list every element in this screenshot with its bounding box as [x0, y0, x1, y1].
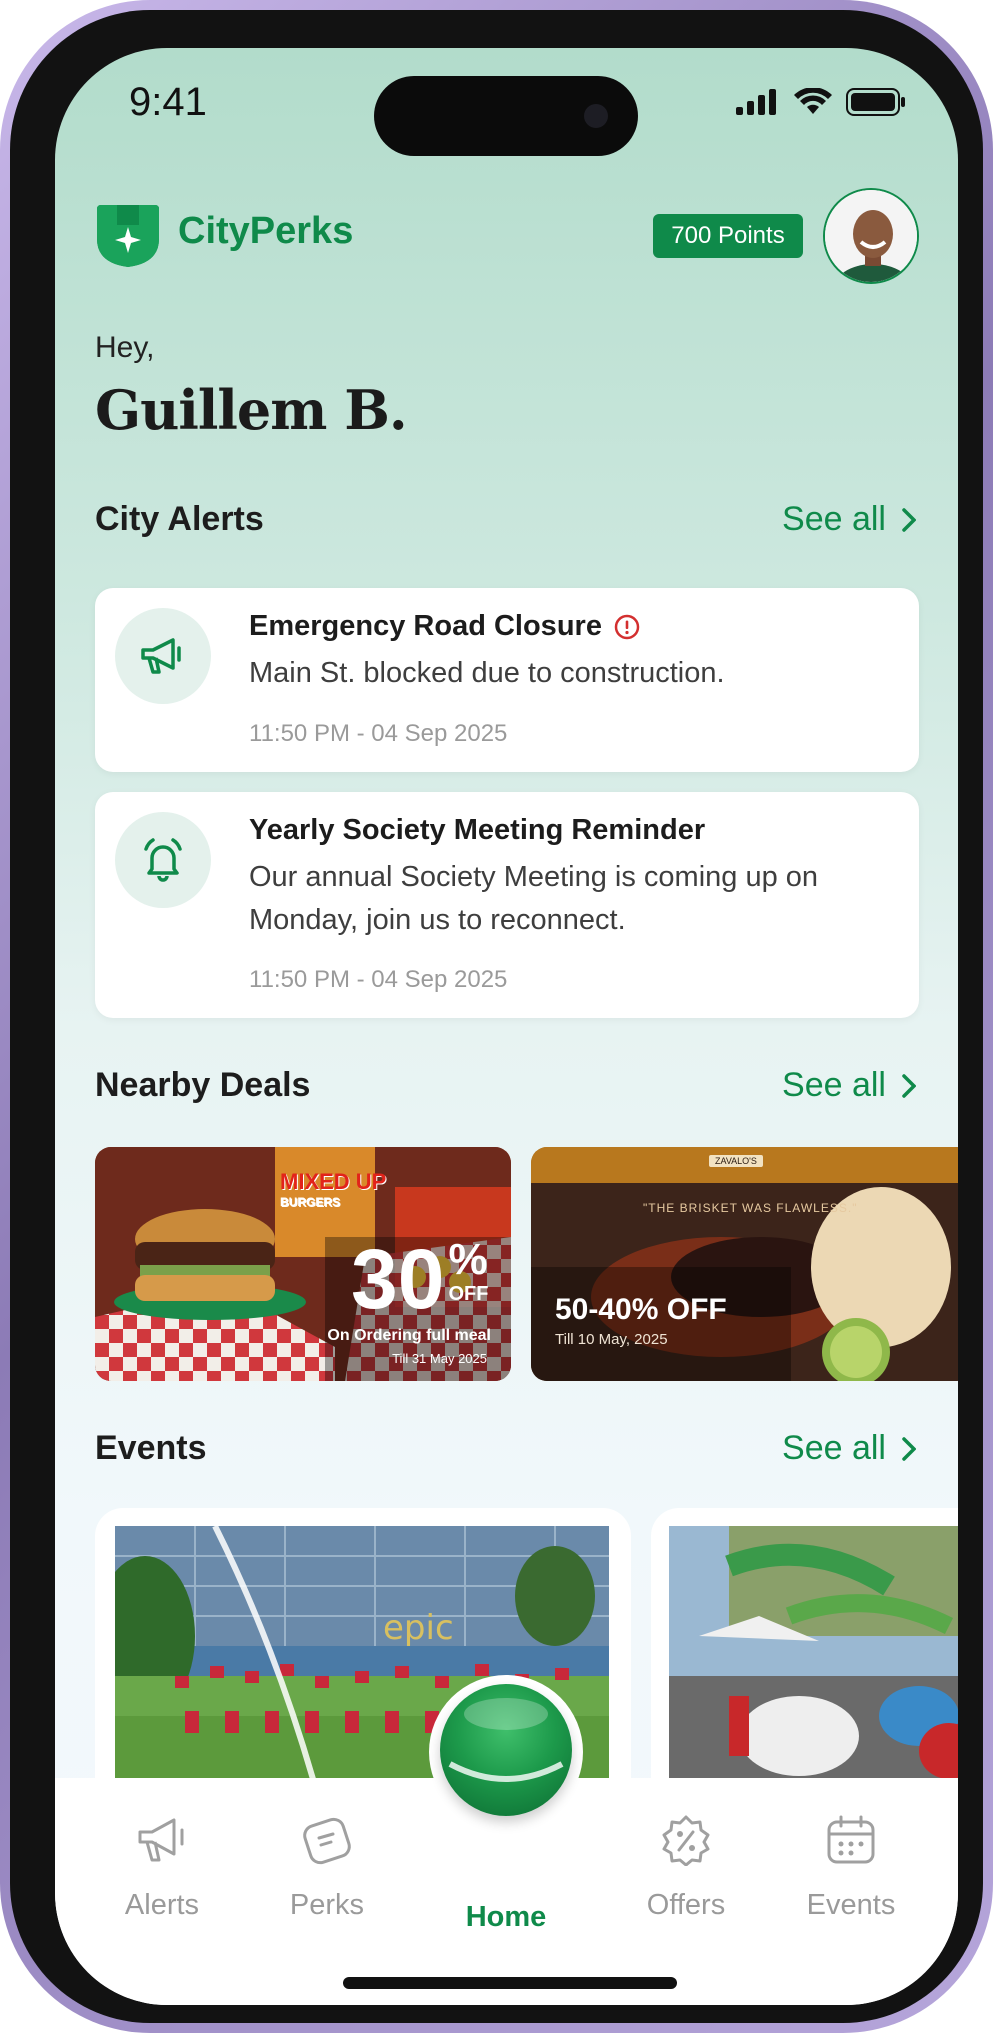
- phone-frame: 9:41 CityPerks 700 Points Hey, Guillem B…: [0, 0, 993, 2033]
- bell-icon: [144, 838, 182, 882]
- nearby-deals-title: Nearby Deals: [95, 1066, 311, 1104]
- alert-title-row: Emergency Road Closure: [249, 610, 640, 643]
- nav-label: Offers: [646, 1889, 726, 1921]
- status-time: 9:41: [129, 80, 207, 124]
- alert-title: Yearly Society Meeting Reminder: [249, 814, 706, 846]
- deals-see-all-link[interactable]: See all: [782, 1066, 916, 1105]
- dynamic-island: [374, 76, 638, 156]
- alerts-see-all-link[interactable]: See all: [782, 500, 916, 539]
- deal-discount: 30 % OFF: [351, 1232, 488, 1326]
- deal-percent-block: % OFF: [448, 1237, 488, 1306]
- events-title: Events: [95, 1429, 207, 1467]
- alert-title-row: Yearly Society Meeting Reminder: [249, 814, 705, 847]
- deal-percent: %: [448, 1235, 488, 1284]
- warning-circle-icon: [614, 614, 640, 639]
- alert-icon-bg: [115, 608, 211, 704]
- nav-label: Perks: [289, 1889, 365, 1921]
- points-badge[interactable]: 700 Points: [653, 214, 803, 258]
- chevron-right-icon: [902, 1436, 916, 1461]
- deal-card-brisket[interactable]: ZAVALO'S "THE BRISKET WAS FLAWLESS." 50-…: [531, 1147, 958, 1381]
- home-orb-highlight: [448, 1698, 564, 1782]
- alert-icon-bg: [115, 812, 211, 908]
- alert-time: 11:50 PM - 04 Sep 2025: [249, 720, 508, 747]
- see-all-label: See all: [782, 1429, 886, 1467]
- megaphone-icon: [141, 638, 181, 674]
- alert-card[interactable]: Emergency Road Closure Main St. blocked …: [95, 588, 919, 772]
- deal-card-burger[interactable]: MIXED UP BURGERS 30 % OFF On Ordering fu…: [95, 1147, 511, 1381]
- event-car-show-image: [669, 1526, 958, 1786]
- event-sign-text: epic: [383, 1608, 454, 1648]
- deal-desc: On Ordering full meal: [327, 1327, 491, 1344]
- phone-bezel: 9:41 CityPerks 700 Points Hey, Guillem B…: [10, 10, 983, 2023]
- megaphone-icon: [138, 1818, 184, 1862]
- alert-time: 11:50 PM - 04 Sep 2025: [249, 966, 508, 993]
- nav-perks[interactable]: Perks: [262, 1814, 392, 1922]
- deal-big-number: 30: [351, 1232, 445, 1326]
- nav-alerts[interactable]: Alerts: [97, 1814, 227, 1922]
- ticket-icon: [303, 1817, 351, 1865]
- deal-till: Till 31 May 2025: [392, 1351, 487, 1366]
- signal-icon: [736, 89, 776, 115]
- home-orb-icon[interactable]: [440, 1684, 572, 1816]
- events-see-all-link[interactable]: See all: [782, 1429, 916, 1468]
- chevron-right-icon: [902, 1073, 916, 1098]
- see-all-label: See all: [782, 1066, 886, 1104]
- alert-card[interactable]: Yearly Society Meeting Reminder Our annu…: [95, 792, 919, 1018]
- deal-brand-sub: BURGERS: [280, 1195, 341, 1209]
- user-name: Guillem B.: [95, 378, 408, 442]
- nav-home[interactable]: Home: [441, 1901, 571, 1934]
- see-all-label: See all: [782, 500, 886, 538]
- cityperks-logo-icon: [97, 205, 159, 267]
- alert-body: Our annual Society Meeting is coming up …: [249, 861, 819, 936]
- nav-label: Home: [465, 1901, 547, 1933]
- nav-label: Events: [806, 1889, 896, 1921]
- chevron-right-icon: [902, 507, 916, 532]
- camera-icon: [584, 104, 608, 128]
- deal-till: Till 10 May, 2025: [555, 1331, 668, 1348]
- deal-brand-name: MIXED UP: [280, 1169, 387, 1194]
- nav-offers[interactable]: Offers: [621, 1814, 751, 1922]
- brand-name: CityPerks: [178, 210, 354, 252]
- alert-title: Emergency Road Closure: [249, 610, 602, 642]
- battery-icon: [846, 88, 905, 116]
- deal-quote: "THE BRISKET WAS FLAWLESS.": [643, 1201, 858, 1215]
- app-screen: 9:41 CityPerks 700 Points Hey, Guillem B…: [55, 48, 958, 2005]
- deal-off: OFF: [448, 1283, 489, 1305]
- discount-badge-icon: [662, 1815, 710, 1867]
- deal-headline: 50-40% OFF: [555, 1293, 727, 1326]
- alert-body: Main St. blocked due to construction.: [249, 657, 725, 689]
- home-indicator: [343, 1977, 677, 1989]
- avatar-portrait: [825, 190, 917, 282]
- deal-brand-text: MIXED UP BURGERS: [280, 1169, 386, 1209]
- nav-label: Alerts: [124, 1889, 200, 1921]
- wifi-icon: [794, 88, 832, 114]
- avatar[interactable]: [823, 188, 919, 284]
- city-alerts-title: City Alerts: [95, 500, 264, 538]
- nav-events[interactable]: Events: [786, 1814, 916, 1922]
- status-icons: [736, 88, 906, 116]
- deal-site-name: ZAVALO'S: [709, 1155, 763, 1167]
- calendar-icon: [827, 1815, 875, 1864]
- greeting-text: Hey,: [95, 331, 155, 364]
